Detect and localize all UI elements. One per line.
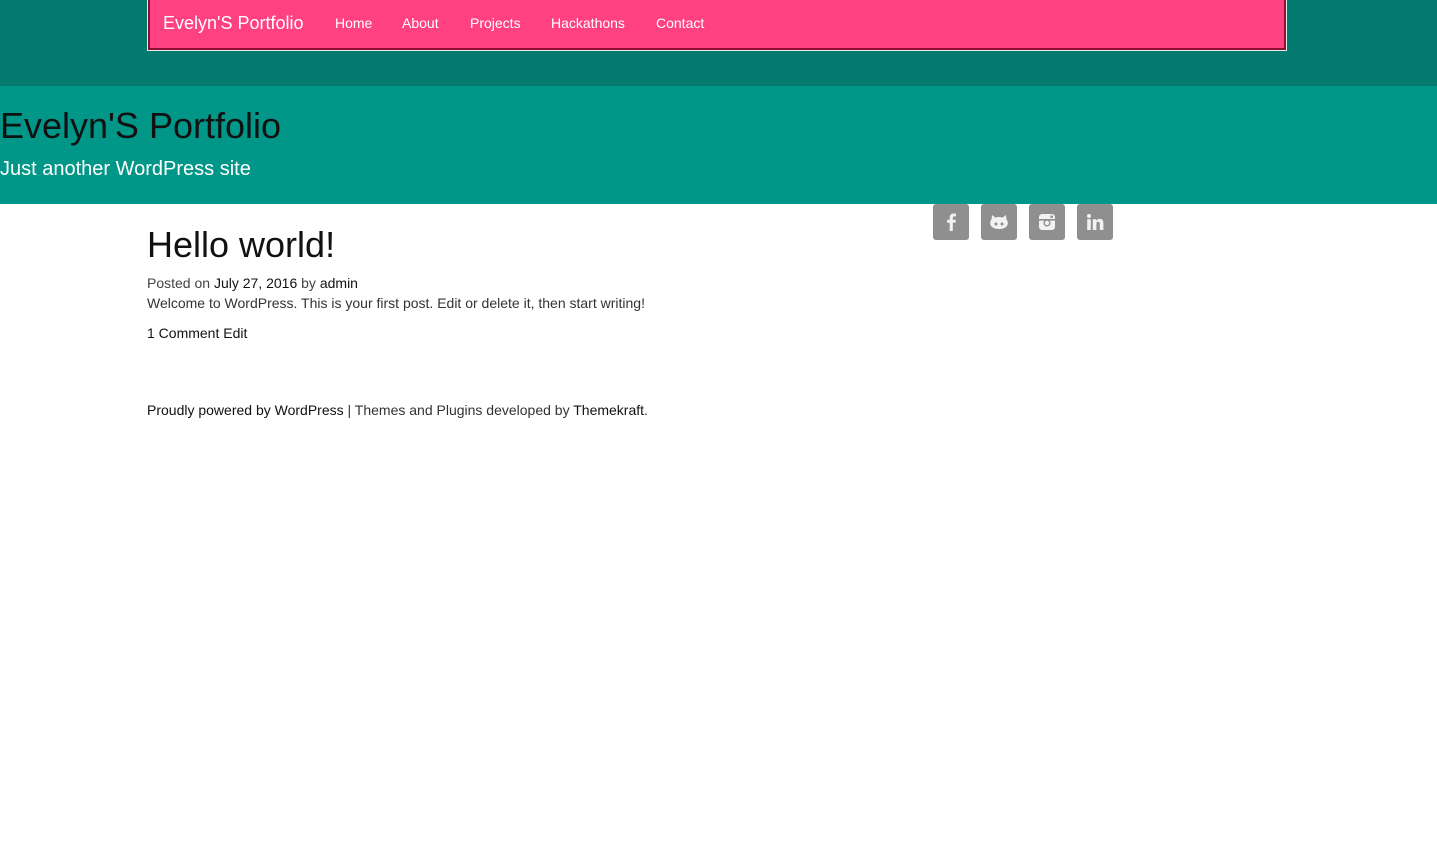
site-title[interactable]: Evelyn'S Portfolio [0,105,281,147]
posted-on-label: Posted on [147,275,211,291]
nav-item-contact[interactable]: Contact [656,15,704,31]
post-author-link[interactable]: admin [320,275,358,291]
footer-suffix: . [644,402,648,418]
site-header: Evelyn'S Portfolio Just another WordPres… [0,86,1437,204]
top-bar: Evelyn'S Portfolio Home About Projects H… [0,0,1437,86]
edit-link[interactable]: Edit [223,325,247,341]
post-footer-links: 1 Comment Edit [147,325,247,341]
post-content: Welcome to WordPress. This is your first… [147,295,645,311]
footer-separator: | [347,402,352,418]
nav-item-home[interactable]: Home [335,15,372,31]
nav-item-projects[interactable]: Projects [470,15,521,31]
github-button[interactable] [981,204,1017,240]
nav-item-hackathons[interactable]: Hackathons [551,15,625,31]
themes-credit-label: Themes and Plugins developed by [354,402,570,418]
comments-link[interactable]: 1 Comment [147,325,219,341]
github-icon [990,215,1008,229]
instagram-icon [1039,214,1055,230]
developer-link[interactable]: Themekraft [573,402,644,418]
main-navbar: Evelyn'S Portfolio Home About Projects H… [148,0,1286,50]
nav-item-about[interactable]: About [402,15,439,31]
instagram-button[interactable] [1029,204,1065,240]
linkedin-button[interactable] [1077,204,1113,240]
site-description: Just another WordPress site [0,158,251,180]
facebook-button[interactable] [933,204,969,240]
linkedin-icon [1087,214,1104,230]
post-date-link[interactable]: July 27, 2016 [214,275,297,291]
post-meta: Posted on July 27, 2016 by admin [147,275,358,291]
facebook-icon [947,213,956,231]
brand-link[interactable]: Evelyn'S Portfolio [163,13,304,34]
by-label: by [301,275,316,291]
powered-by-link[interactable]: Proudly powered by WordPress [147,402,344,418]
site-footer: Proudly powered by WordPress | Themes an… [147,402,648,418]
post-title[interactable]: Hello world! [147,224,335,266]
